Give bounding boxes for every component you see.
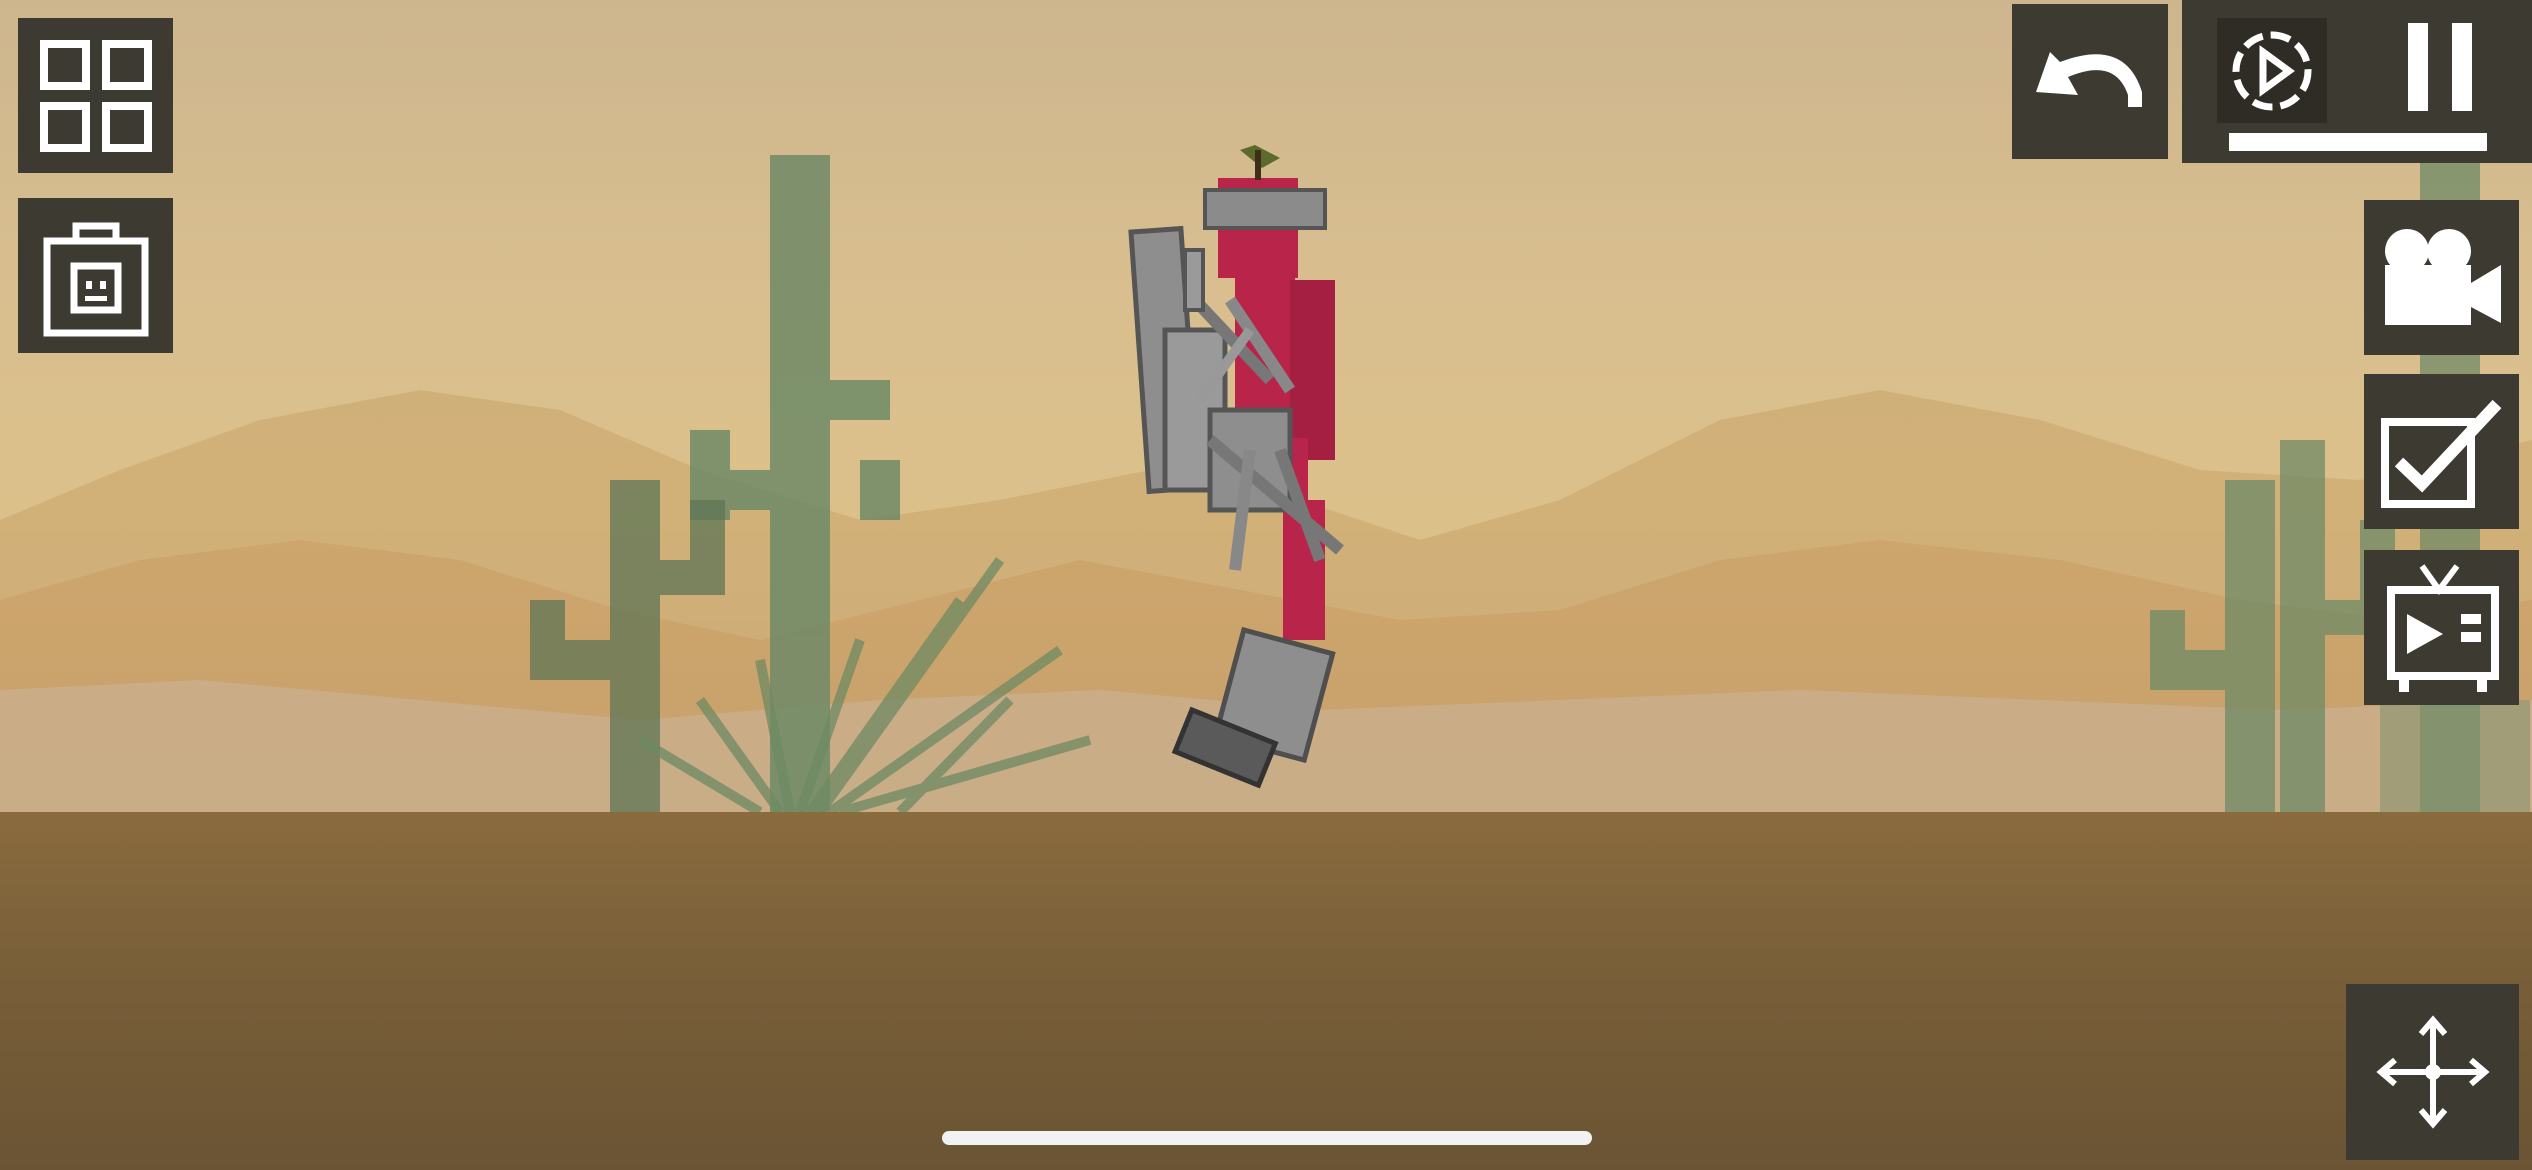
spawn-menu-button[interactable] bbox=[18, 18, 173, 173]
time-control-panel bbox=[2182, 0, 2532, 163]
bag-icon bbox=[43, 222, 148, 336]
ground bbox=[0, 812, 2532, 1170]
tv-button[interactable] bbox=[2364, 550, 2519, 705]
tv-icon bbox=[2386, 563, 2499, 692]
inventory-button[interactable] bbox=[18, 198, 173, 353]
camera-button[interactable] bbox=[2364, 200, 2519, 355]
home-indicator[interactable] bbox=[942, 1131, 1592, 1145]
slowmo-play-icon bbox=[2232, 31, 2312, 110]
checkbox-icon bbox=[2380, 399, 2501, 508]
time-scale-fill bbox=[2229, 133, 2487, 151]
move-tool-button[interactable] bbox=[2346, 984, 2519, 1160]
time-scale-slider[interactable] bbox=[2229, 133, 2487, 151]
select-button[interactable] bbox=[2364, 374, 2519, 529]
pause-button[interactable] bbox=[2387, 12, 2497, 122]
undo-arrow-icon bbox=[2036, 51, 2142, 107]
camera-icon bbox=[2384, 228, 2501, 325]
pause-icon bbox=[2408, 23, 2472, 111]
game-viewport[interactable] bbox=[0, 0, 2532, 1170]
undo-button[interactable] bbox=[2012, 4, 2168, 159]
slow-motion-button[interactable] bbox=[2217, 18, 2327, 123]
grid-icon bbox=[39, 39, 152, 152]
move-arrows-icon bbox=[2375, 1015, 2490, 1129]
